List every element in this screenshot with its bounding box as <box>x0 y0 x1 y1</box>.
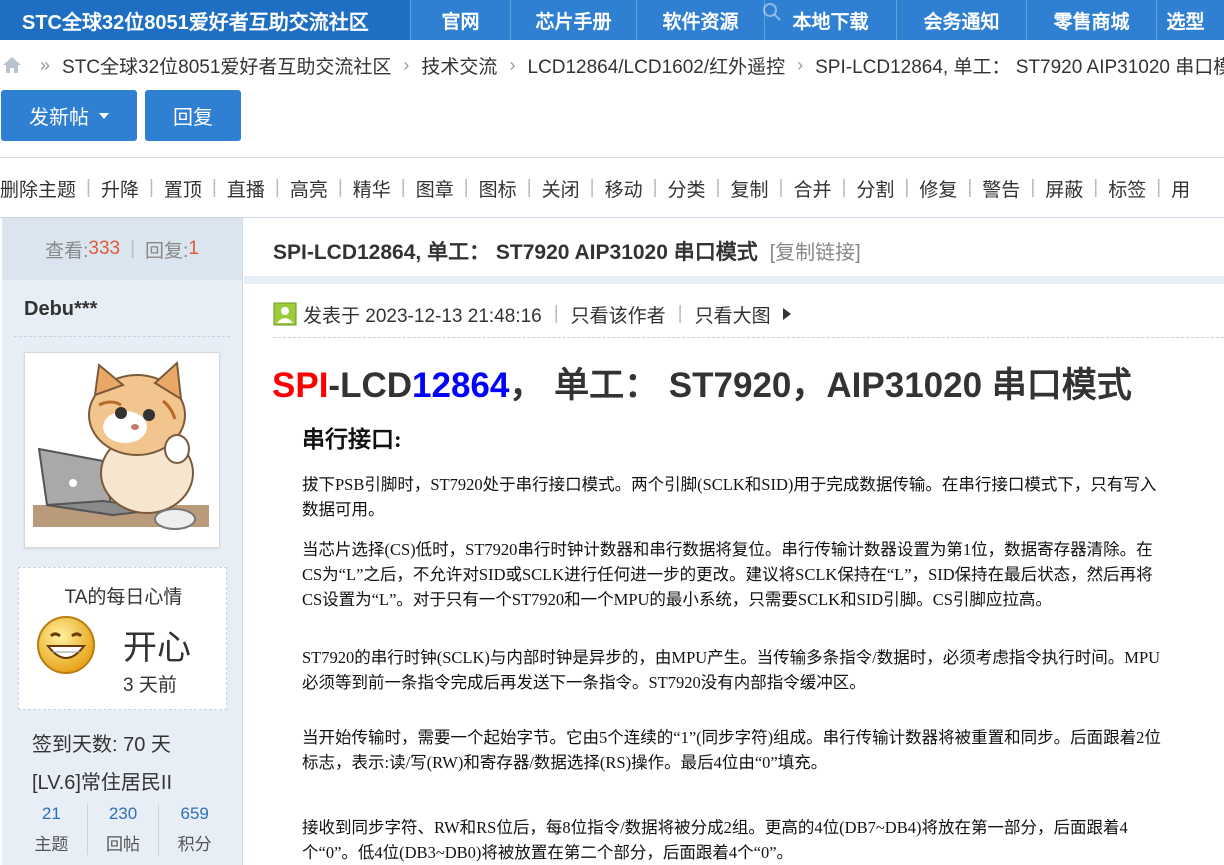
nav-software-resources[interactable]: 软件资源 <box>636 0 764 40</box>
mood-title: TA的每日心情 <box>64 587 183 608</box>
thread-title-text: SPI-LCD12864, 单工： ST7920 AIP31020 串口模式 <box>273 241 758 264</box>
mod-repair[interactable]: 修复 <box>919 175 957 202</box>
count-label: 回帖 <box>106 835 140 854</box>
doc-paragraph: 当开始传输时，需要一个起始字节。它由5个连续的“1”(同步字符)组成。串行传输计… <box>302 728 1161 772</box>
user-counts: 21 主题 230 回帖 659 积分 <box>16 804 230 855</box>
mod-block[interactable]: 屏蔽 <box>1045 175 1083 202</box>
headline-spi: SPI <box>272 366 329 405</box>
breadcrumb-thread[interactable]: SPI-LCD12864, 单工： ST7920 AIP31020 串口模式 <box>815 52 1224 79</box>
only-big-image-link[interactable]: 只看大图 <box>695 301 771 328</box>
mod-tags[interactable]: 标签 <box>1108 175 1146 202</box>
breadcrumb-separator: » <box>40 54 51 75</box>
mod-bump[interactable]: 升降 <box>101 175 139 202</box>
thread-stats: 查看: 333 | 回复: 1 <box>2 218 242 280</box>
divider <box>0 157 1224 158</box>
search-icon[interactable] <box>760 0 784 24</box>
author-username[interactable]: Debu*** <box>24 298 97 321</box>
doc-paragraph: 接收到同步字符、RW和RS位后，每8位指令/数据将被分成2组。更高的4位(DB7… <box>302 818 1128 862</box>
happy-face-icon <box>37 616 95 674</box>
top-navbar: STC全球32位8051爱好者互助交流社区 官网 芯片手册 软件资源 本地下载 … <box>0 0 1224 40</box>
count-value: 21 <box>41 804 61 823</box>
nav-meeting-notice[interactable]: 会务通知 <box>896 0 1026 40</box>
mod-warn[interactable]: 警告 <box>982 175 1020 202</box>
post-time: 发表于 2023-12-13 21:48:16 <box>303 305 542 327</box>
nav-official-site[interactable]: 官网 <box>410 0 510 40</box>
breadcrumb-separator: › <box>403 54 410 75</box>
mod-category[interactable]: 分类 <box>668 175 706 202</box>
doc-paragraph: 拔下PSB引脚时，ST7920处于串行接口模式。两个引脚(SCLK和SID)用于… <box>302 475 1157 519</box>
new-post-button[interactable]: 发新帖 <box>1 90 137 141</box>
thread-title: SPI-LCD12864, 单工： ST7920 AIP31020 串口模式 [… <box>273 236 861 266</box>
breadcrumb-forum[interactable]: 技术交流 <box>421 52 497 79</box>
post-meta: 发表于 2023-12-13 21:48:16 | 只看该作者 | 只看大图 <box>273 300 791 328</box>
daily-mood-box: TA的每日心情 开心 3 天前 <box>18 567 227 710</box>
home-icon[interactable] <box>2 53 22 77</box>
count-value: 659 <box>180 804 209 823</box>
doc-paragraph: ST7920的串行时钟(SCLK)与内部时钟是异步的，由MPU产生。当传输多条指… <box>302 648 1161 692</box>
title-band <box>244 276 1224 284</box>
replies-label: 回复: <box>145 240 189 262</box>
doc-heading: 串行接口: <box>302 427 402 452</box>
author-sidebar: 查看: 333 | 回复: 1 Debu*** TA的每日心情 开心 3 天前 … <box>2 218 243 865</box>
views-label: 查看: <box>45 240 89 262</box>
headline-12864: 12864 <box>412 366 510 405</box>
caret-down-icon <box>99 112 109 119</box>
headline-lcd: -LCD <box>328 366 413 405</box>
mod-copy[interactable]: 复制 <box>730 175 768 202</box>
mod-stamp[interactable]: 图章 <box>416 175 454 202</box>
moderation-toolbar: 删除主题 | 升降 | 置顶 | 直播 | 高亮 | 精华 | 图章 | 图标 | 关闭 | 移动… <box>0 172 1190 204</box>
nav-selection[interactable]: 选型 <box>1156 0 1214 40</box>
count-topics[interactable]: 21 主题 <box>16 804 88 855</box>
breadcrumb-separator: › <box>797 54 804 75</box>
divider <box>273 337 1224 338</box>
mod-highlight[interactable]: 高亮 <box>290 175 328 202</box>
breadcrumb-subforum[interactable]: LCD12864/LCD1602/红外遥控 <box>527 52 785 79</box>
headline-rest: ， 单工： ST7920，AIP31020 串口模式 <box>509 366 1132 405</box>
views-count: 333 <box>88 238 121 259</box>
count-points[interactable]: 659 积分 <box>159 804 230 855</box>
mod-close[interactable]: 关闭 <box>542 175 580 202</box>
breadcrumb: » STC全球32位8051爱好者互助交流社区 › 技术交流 › LCD1286… <box>0 48 1224 82</box>
reply-button[interactable]: 回复 <box>145 90 241 141</box>
count-value: 230 <box>108 804 138 823</box>
site-brand-link[interactable]: STC全球32位8051爱好者互助交流社区 <box>0 0 410 40</box>
triangle-right-icon[interactable] <box>782 308 791 320</box>
post-headline: SPI-LCD12864， 单工： ST7920，AIP31020 串口模式 <box>272 357 1132 408</box>
mod-move[interactable]: 移动 <box>605 175 643 202</box>
user-status-icon <box>273 302 297 326</box>
doc-paragraph: 当芯片选择(CS)低时，ST7920串行时钟计数器和串行数据将复位。串行传输计数… <box>302 540 1153 609</box>
replies-count: 1 <box>188 238 199 259</box>
nav-retail-store[interactable]: 零售商城 <box>1026 0 1156 40</box>
new-post-label: 发新帖 <box>29 107 89 129</box>
breadcrumb-site[interactable]: STC全球32位8051爱好者互助交流社区 <box>62 52 391 79</box>
mod-merge[interactable]: 合并 <box>793 175 831 202</box>
copy-link[interactable]: [复制链接] <box>770 242 861 264</box>
avatar[interactable] <box>24 352 220 548</box>
mod-split[interactable]: 分割 <box>856 175 894 202</box>
mod-delete-topic[interactable]: 删除主题 <box>0 175 76 202</box>
mood-value: 开心 <box>123 629 191 667</box>
mod-digest[interactable]: 精华 <box>353 175 391 202</box>
user-level[interactable]: [LV.6]常住居民II <box>32 766 172 795</box>
divider <box>14 336 230 337</box>
count-label: 主题 <box>34 835 69 854</box>
mod-icon[interactable]: 图标 <box>479 175 517 202</box>
only-author-link[interactable]: 只看该作者 <box>571 301 666 328</box>
mood-time: 3 天前 <box>123 675 177 696</box>
mod-sticky[interactable]: 置顶 <box>164 175 202 202</box>
mod-more[interactable]: 用 <box>1171 175 1190 202</box>
count-label: 积分 <box>177 835 212 854</box>
breadcrumb-separator: › <box>509 54 516 75</box>
count-replies[interactable]: 230 回帖 <box>88 804 160 855</box>
mod-live[interactable]: 直播 <box>227 175 265 202</box>
signin-days: 签到天数: 70 天 <box>32 734 171 756</box>
nav-chip-manual[interactable]: 芯片手册 <box>510 0 636 40</box>
